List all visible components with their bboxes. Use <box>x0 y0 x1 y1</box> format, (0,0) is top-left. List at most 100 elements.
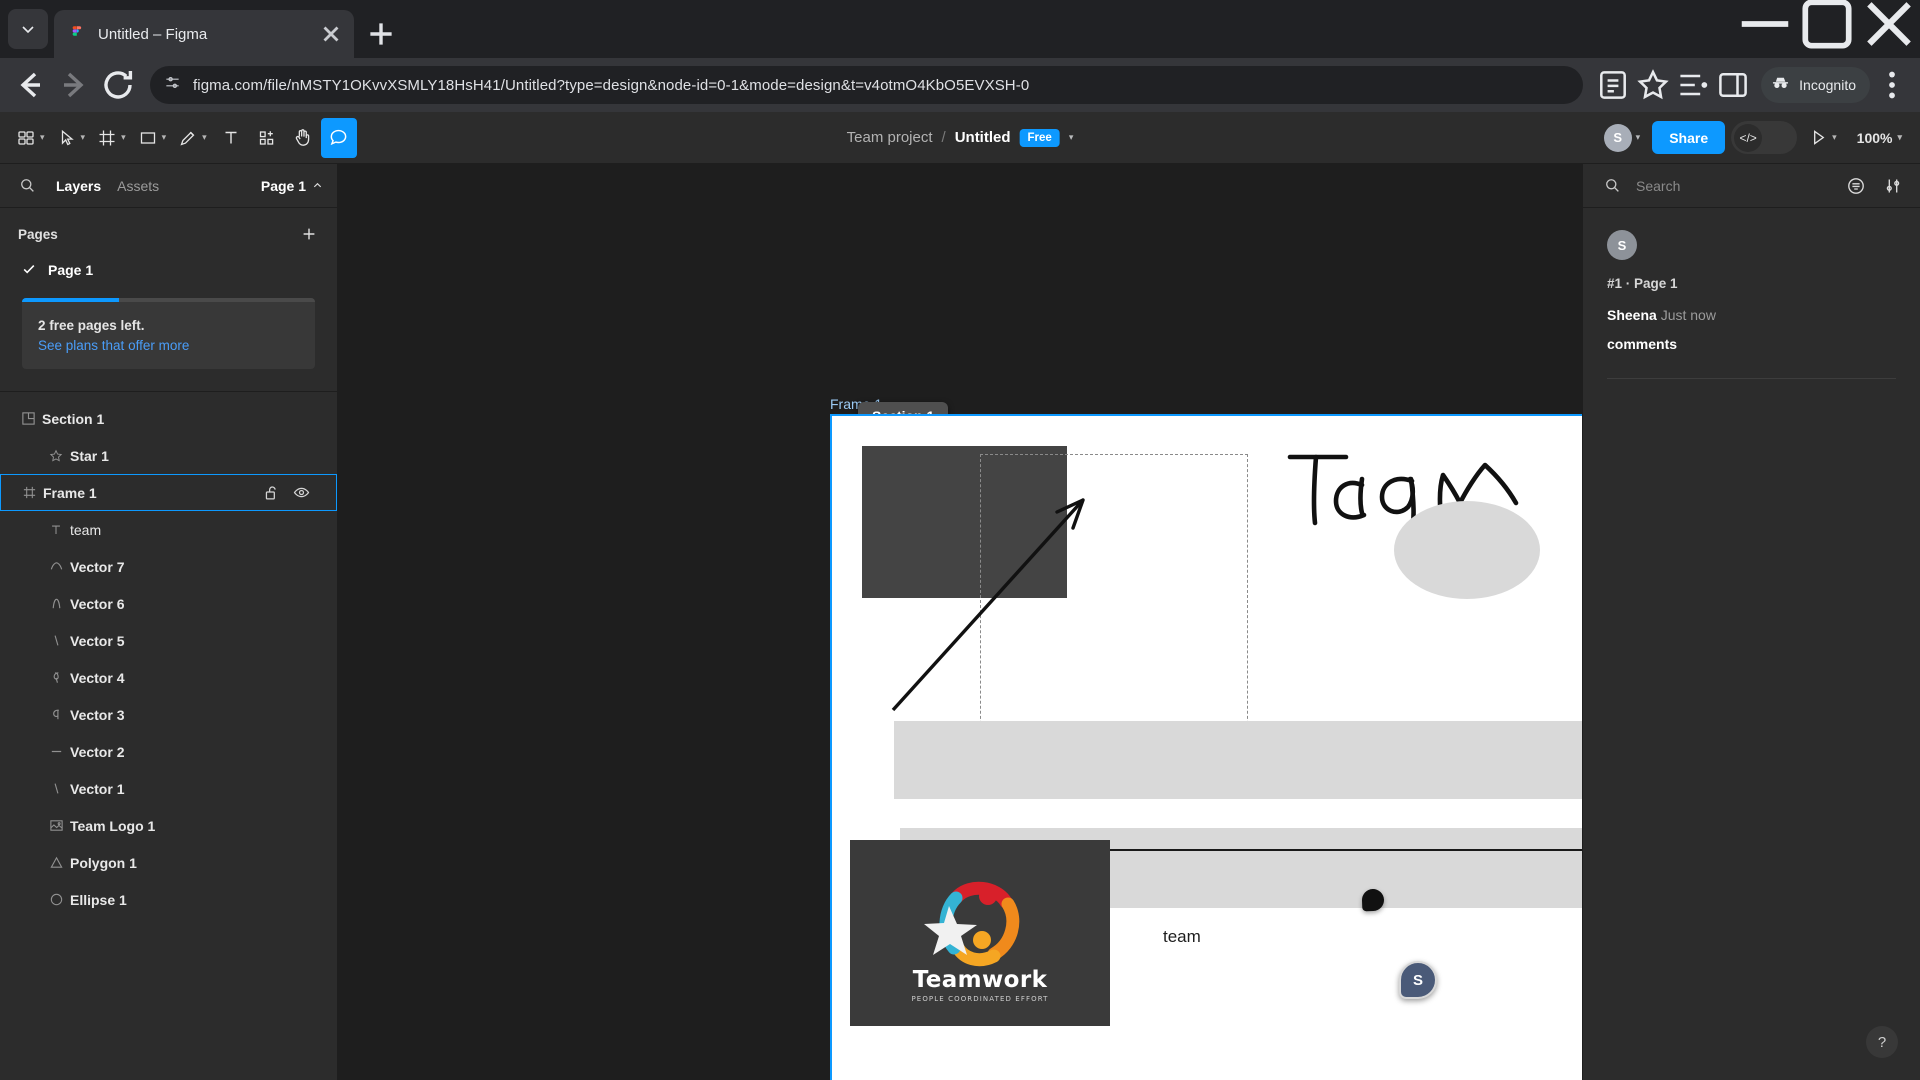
new-tab-icon[interactable] <box>364 17 398 51</box>
layer-row-ellipse-1[interactable]: Ellipse 1 <box>0 881 337 918</box>
search-icon[interactable] <box>14 173 40 199</box>
share-button[interactable]: Share <box>1652 121 1726 154</box>
layer-actions <box>264 484 310 501</box>
close-icon[interactable] <box>318 21 344 47</box>
components-tool[interactable] <box>249 118 285 158</box>
incognito-indicator[interactable]: Incognito <box>1761 67 1870 103</box>
code-icon: </> <box>1734 123 1763 152</box>
layer-name: Frame 1 <box>43 484 97 501</box>
image-icon <box>42 818 70 833</box>
page-title[interactable]: Untitled <box>955 129 1011 146</box>
frame-tool[interactable]: ▾ <box>91 118 132 158</box>
extensions-icon[interactable] <box>1675 67 1711 103</box>
team-logo-image[interactable]: Teamwork PEOPLE COORDINATED EFFORT <box>850 840 1110 1026</box>
minimize-icon[interactable] <box>1734 0 1796 48</box>
hand-tool[interactable] <box>285 118 321 158</box>
promo-text: 2 free pages left. <box>38 318 145 333</box>
chevron-down-icon: ▾ <box>40 132 45 142</box>
comment-tool[interactable] <box>320 117 357 158</box>
vector-curve-icon <box>42 670 70 685</box>
gray-band-upper[interactable] <box>894 721 1582 799</box>
frame-icon <box>15 485 43 500</box>
eye-icon[interactable] <box>293 484 310 501</box>
teamwork-logo-mark <box>924 881 1020 967</box>
chevron-down-icon: ▾ <box>80 132 86 142</box>
layer-row-team[interactable]: team <box>0 511 337 548</box>
help-button[interactable]: ? <box>1866 1026 1898 1058</box>
site-settings-icon[interactable] <box>164 74 181 96</box>
arrow-vector[interactable] <box>887 486 1097 716</box>
zoom-level-menu[interactable]: 100% ▾ <box>1849 121 1910 155</box>
forward-icon[interactable] <box>54 65 94 105</box>
chevron-down-icon: ▾ <box>1897 132 1902 142</box>
layer-row-team-logo-1[interactable]: Team Logo 1 <box>0 807 337 844</box>
left-panel-tabs: Layers Assets Page 1 <box>0 164 337 208</box>
sort-icon[interactable] <box>1843 173 1869 199</box>
present-button[interactable]: ▾ <box>1803 118 1843 158</box>
layer-name: team <box>70 521 102 538</box>
breadcrumb-project[interactable]: Team project <box>847 129 933 146</box>
shape-tool[interactable]: ▾ <box>132 118 173 158</box>
chevron-down-icon[interactable]: ▾ <box>1636 133 1641 142</box>
text-icon <box>42 523 70 537</box>
layer-name: Ellipse 1 <box>70 891 127 908</box>
layer-row-frame-1[interactable]: Frame 1 <box>0 474 337 512</box>
side-panel-icon[interactable] <box>1715 67 1751 103</box>
figma-icon <box>68 25 86 43</box>
layer-name: Vector 7 <box>70 558 125 575</box>
address-bar[interactable]: figma.com/file/nMSTY1OKvvXSMLY18HsH41/Un… <box>150 66 1584 104</box>
triangle-icon <box>42 855 70 870</box>
main-menu[interactable]: ▾ <box>10 118 51 158</box>
layer-row-vector-1[interactable]: Vector 1 <box>0 770 337 807</box>
layer-row-star-1[interactable]: Star 1 <box>0 437 337 474</box>
move-tool[interactable]: ▾ <box>51 118 92 158</box>
window-close-icon[interactable] <box>1858 0 1920 48</box>
back-icon[interactable] <box>10 65 50 105</box>
layer-row-vector-2[interactable]: Vector 2 <box>0 733 337 770</box>
plan-badge[interactable]: Free <box>1019 128 1060 147</box>
chrome-menu-icon[interactable] <box>1874 67 1910 103</box>
page-switcher-label: Page 1 <box>260 177 306 194</box>
install-app-icon[interactable] <box>1595 67 1631 103</box>
text-tool[interactable] <box>213 118 249 158</box>
workspace: Layers Assets Page 1 Pages Page 1 2 free… <box>0 164 1920 1080</box>
dev-mode-toggle[interactable]: </> <box>1731 121 1798 154</box>
layer-row-vector-5[interactable]: Vector 5 <box>0 622 337 659</box>
collaborator-cursor-avatar[interactable]: S <box>1399 961 1437 999</box>
vector-stroke-icon <box>42 633 70 648</box>
pen-tool[interactable]: ▾ <box>172 118 213 158</box>
filter-icon[interactable] <box>1880 173 1906 199</box>
collaborator-avatar-chip[interactable]: S ▾ <box>1602 120 1647 156</box>
chevron-down-icon[interactable]: ▾ <box>1832 133 1837 142</box>
comment-thread[interactable]: S #1 · Page 1 Sheena Just now comments <box>1583 208 1920 352</box>
unlock-icon[interactable] <box>264 485 279 501</box>
browser-tab[interactable]: Untitled – Figma <box>54 10 354 58</box>
layer-name: Team Logo 1 <box>70 817 156 834</box>
ellipse-shape[interactable] <box>1394 501 1540 599</box>
layer-row-vector-7[interactable]: Vector 7 <box>0 548 337 585</box>
layer-row-section-1[interactable]: Section 1 <box>0 400 337 437</box>
layer-row-vector-3[interactable]: Vector 3 <box>0 696 337 733</box>
tab-assets[interactable]: Assets <box>117 178 159 194</box>
artboard-frame-1[interactable]: team S Teamwork PEOPLE COORDINATED EFFOR… <box>830 414 1582 1080</box>
chevron-down-icon[interactable]: ▾ <box>1069 133 1074 142</box>
page-item-page-1[interactable]: Page 1 <box>0 254 337 286</box>
design-canvas[interactable]: Frame 1 Section 1 <box>338 164 1582 1080</box>
reload-icon[interactable] <box>98 65 138 105</box>
page-switcher[interactable]: Page 1 <box>261 178 323 194</box>
plus-icon[interactable] <box>297 222 321 246</box>
maximize-icon[interactable] <box>1796 0 1858 49</box>
layer-row-vector-4[interactable]: Vector 4 <box>0 659 337 696</box>
url-text: figma.com/file/nMSTY1OKvvXSMLY18HsH41/Un… <box>193 76 1030 94</box>
text-layer-team[interactable]: team <box>1163 927 1201 947</box>
search-input[interactable] <box>1636 177 1832 194</box>
layer-row-polygon-1[interactable]: Polygon 1 <box>0 844 337 881</box>
layer-name: Vector 6 <box>70 595 125 612</box>
tab-search-icon[interactable] <box>8 9 48 49</box>
layer-row-vector-6[interactable]: Vector 6 <box>0 585 337 622</box>
chevron-down-icon: ▾ <box>161 132 167 142</box>
star-icon[interactable] <box>1635 67 1671 103</box>
tab-layers[interactable]: Layers <box>56 178 101 194</box>
layer-name: Vector 3 <box>70 706 125 723</box>
promo-link[interactable]: See plans that offer more <box>22 336 315 353</box>
